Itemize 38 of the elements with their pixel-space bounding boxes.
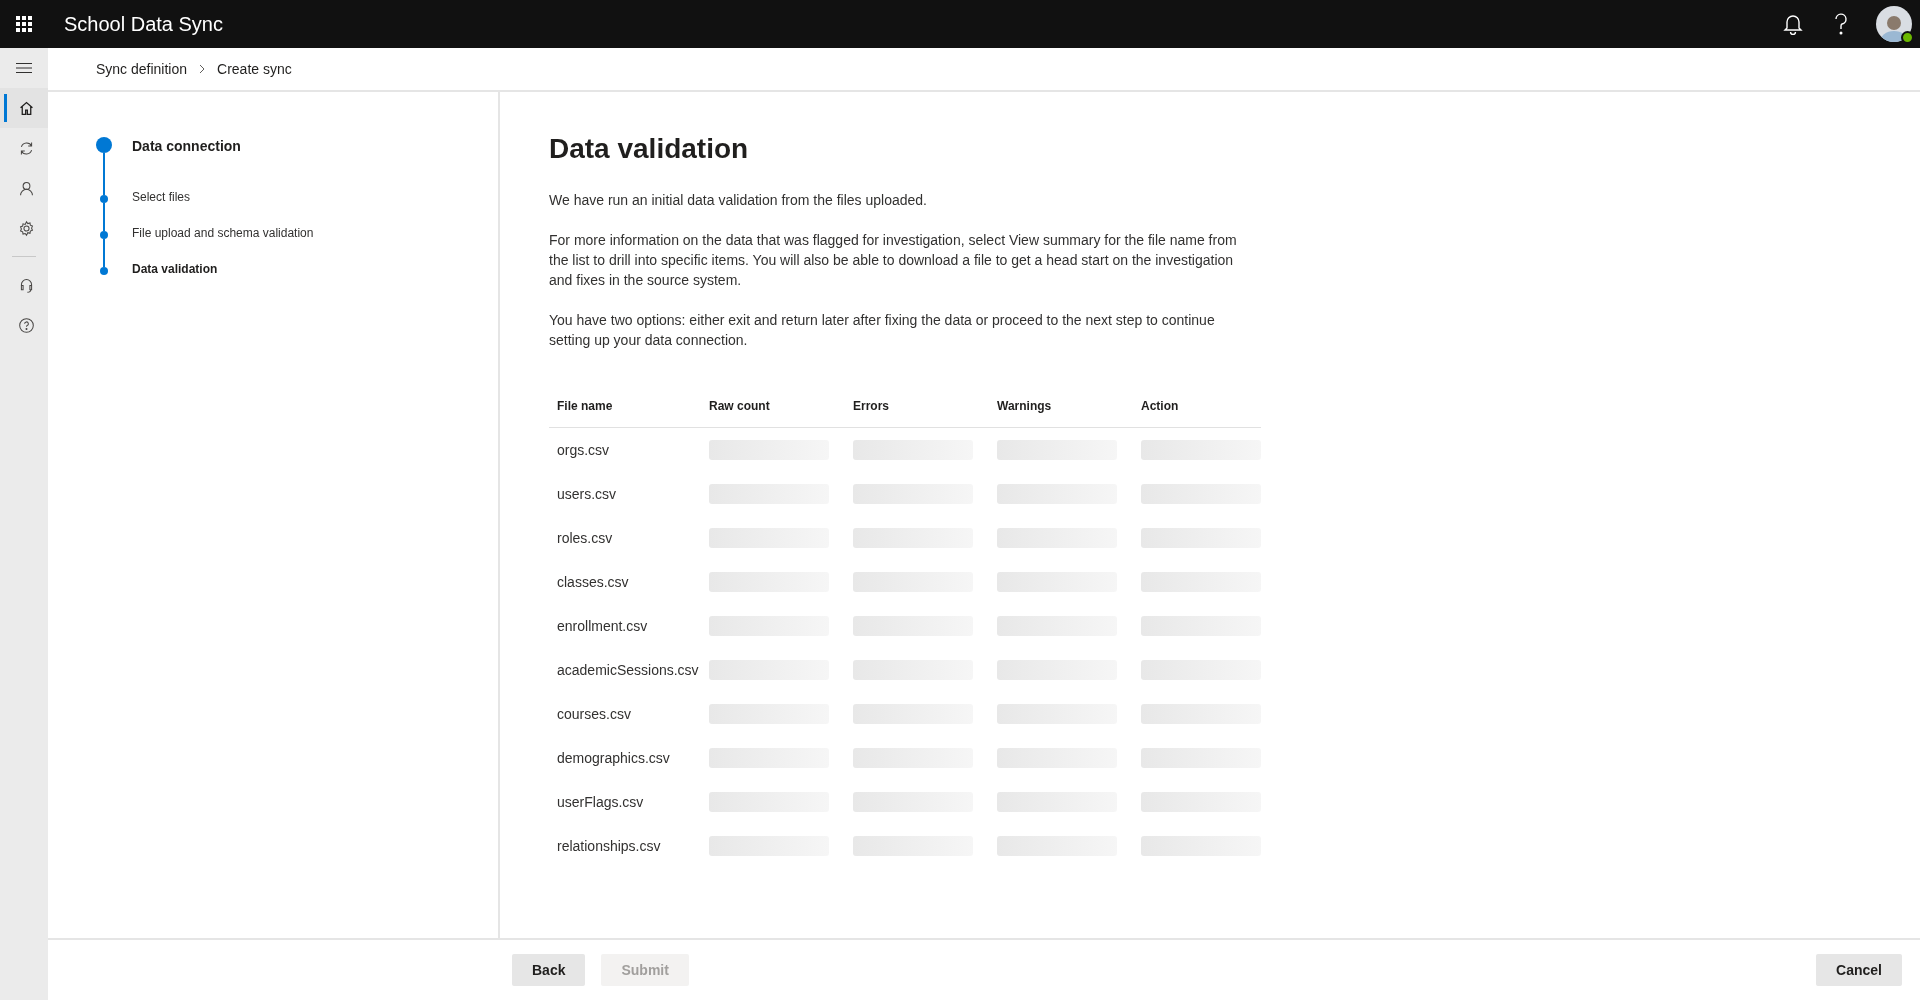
settings-icon [18, 219, 35, 237]
file-name-cell-text: roles.csv [557, 528, 614, 548]
step-label[interactable]: Select files [132, 188, 191, 206]
file-name-cell-text: userFlags.csv [557, 792, 645, 812]
column-header: Action [1141, 397, 1180, 415]
step-label[interactable]: File upload and schema validation [132, 224, 314, 242]
breadcrumb-item[interactable]: Sync definition [96, 58, 188, 80]
file-name-cell-text: users.csv [557, 484, 618, 504]
file-name-cell-text: enrollment.csv [557, 616, 649, 636]
home-icon-button[interactable] [0, 88, 48, 128]
chevron-icon [199, 64, 206, 74]
avatar-silhouette [1876, 6, 1912, 42]
body-paragraph: You have two options: either exit and return later after fixing the data or proceed to the next step to continue setting up your data connection. [549, 311, 1216, 350]
cancel-button[interactable]: Cancel [1816, 954, 1902, 986]
file-name-cell-text: demographics.csv [557, 748, 671, 768]
column-header: File name [557, 397, 614, 415]
file-name-cell-text: academicSessions.csv [557, 660, 700, 680]
step-label[interactable]: Data connection [132, 136, 241, 157]
breadcrumb-item: Create sync [217, 59, 292, 79]
body-paragraph: We have run an initial data validation from the files uploaded. [549, 191, 928, 210]
column-header: Warnings [997, 397, 1053, 415]
page-heading: Data validation [549, 132, 750, 166]
column-header: Errors [853, 397, 891, 415]
person-icon [18, 179, 35, 197]
body-paragraph: For more information on the data that was flagged for investigation, select View summary for the file name from the list to drill into specific items. You will also be able to download a file to get a head start on the investigation and fixes in the source system. [549, 231, 1238, 290]
avatar[interactable] [1876, 6, 1912, 42]
app-title: School Data Sync [64, 12, 223, 37]
column-header: Raw count [709, 397, 771, 415]
file-name-cell-text: courses.csv [557, 704, 632, 724]
file-name-cell-text: classes.csv [557, 572, 630, 592]
sync-icon [18, 139, 35, 157]
back-button[interactable]: Back [512, 954, 586, 986]
help-icon [18, 316, 35, 334]
file-name-cell-text: orgs.csv [557, 440, 611, 460]
headset-icon [18, 276, 35, 294]
home-icon [18, 99, 35, 117]
step-label[interactable]: Data validation [132, 260, 218, 278]
file-name-cell-text: relationships.csv [557, 836, 662, 856]
